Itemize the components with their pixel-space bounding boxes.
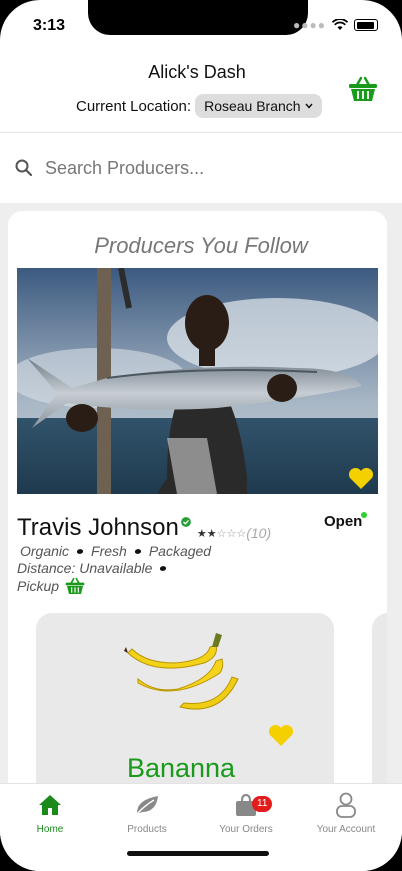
orders-badge: 11 — [252, 796, 273, 812]
producer-name-row: Travis Johnson ★★☆☆☆ (10) — [17, 514, 271, 542]
home-icon — [39, 795, 61, 815]
tab-label: Your Orders — [219, 824, 273, 835]
tab-home[interactable]: Home — [0, 784, 100, 835]
search-icon — [15, 159, 33, 177]
location-row: Current Location: Roseau Branch — [76, 94, 322, 118]
status-time: 3:13 — [33, 17, 66, 34]
basket-icon — [65, 577, 85, 594]
distance: Distance: Unavailable — [17, 560, 168, 576]
producer-tags: Organic Fresh Packaged — [20, 543, 211, 559]
phone-screen: 3:13 ●●●● Alick's Dash Current Location:… — [0, 0, 402, 871]
status-badge: Open — [324, 513, 363, 530]
tag: Organic — [20, 543, 70, 559]
verified-icon — [180, 517, 191, 527]
location-label: Current Location: — [76, 97, 192, 115]
section-title: Producers You Follow — [94, 233, 308, 258]
main-content[interactable]: Producers You Follow Open Travis Johnson… — [0, 203, 402, 811]
product-name: Bananna — [126, 753, 236, 783]
rating-count: (10) — [246, 525, 272, 541]
tag: Fresh — [91, 543, 127, 559]
tab-bar: Home Products 11 Your Orders Your Accoun… — [0, 783, 402, 871]
tab-label: Products — [127, 824, 167, 835]
star-empty-icon: ☆ — [236, 527, 247, 540]
product-card[interactable]: Bananna — [36, 613, 334, 811]
star-empty-icon: ☆ — [226, 527, 237, 540]
delivery-method: Pickup — [17, 577, 85, 595]
heart-icon[interactable] — [268, 725, 294, 747]
tag: Packaged — [148, 543, 212, 559]
battery-icon — [354, 19, 378, 31]
user-icon — [336, 792, 356, 818]
tab-label: Your Account — [316, 824, 376, 835]
location-select[interactable]: Roseau Branch — [195, 94, 322, 118]
basket-button[interactable] — [348, 76, 378, 107]
heart-icon[interactable] — [348, 468, 374, 490]
location-value: Roseau Branch — [204, 98, 301, 114]
leaf-bullet-icon — [159, 564, 168, 572]
producer-name[interactable]: Travis Johnson — [17, 514, 179, 542]
delivery-text: Pickup — [17, 578, 60, 594]
home-indicator[interactable] — [127, 851, 269, 856]
product-image — [124, 633, 239, 710]
star-empty-icon: ☆ — [216, 527, 227, 540]
leaf-bullet-icon — [76, 547, 84, 555]
tab-orders[interactable]: 11 Your Orders — [196, 784, 296, 835]
chevron-down-icon — [305, 103, 313, 109]
notch — [88, 0, 308, 35]
search-input[interactable] — [43, 156, 367, 180]
header: Alick's Dash Current Location: Roseau Br… — [0, 50, 402, 133]
tab-label: Home — [36, 824, 64, 835]
status-icons: ●●●● — [293, 18, 378, 32]
producer-photo[interactable] — [17, 268, 378, 494]
rating-stars: ★★☆☆☆ — [197, 527, 246, 540]
product-card-next[interactable] — [372, 613, 387, 811]
page-title: Alick's Dash — [148, 62, 246, 82]
basket-icon — [349, 76, 377, 101]
wifi-icon — [332, 19, 348, 30]
signal-icon: ●●●● — [293, 18, 326, 32]
tab-products[interactable]: Products — [97, 784, 197, 835]
open-dot-icon — [361, 512, 367, 518]
star-filled-icon: ★ — [196, 527, 207, 540]
tab-account[interactable]: Your Account — [296, 784, 396, 835]
leaf-bullet-icon — [133, 547, 142, 555]
star-filled-icon: ★ — [206, 527, 217, 540]
producers-card: Producers You Follow Open Travis Johnson… — [8, 211, 387, 811]
leaf-icon — [135, 796, 158, 816]
distance-text: Distance: Unavailable — [17, 560, 153, 576]
producer-photo-image — [17, 268, 378, 494]
search-bar[interactable] — [0, 133, 402, 203]
